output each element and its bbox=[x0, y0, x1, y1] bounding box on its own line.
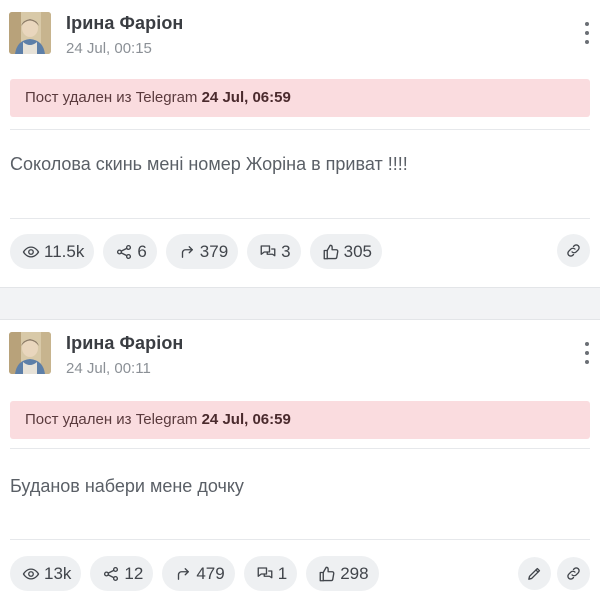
edit-button[interactable] bbox=[518, 557, 551, 590]
shares-count: 6 bbox=[137, 241, 147, 261]
post-stats: 11.5k 6 379 3 305 bbox=[10, 234, 383, 269]
comments-button[interactable]: 3 bbox=[247, 234, 301, 269]
share-icon bbox=[104, 566, 119, 581]
likes-button[interactable]: 305 bbox=[309, 234, 383, 269]
shares-count: 12 bbox=[124, 563, 144, 583]
likes-count: 298 bbox=[340, 563, 369, 583]
views-count: 11.5k bbox=[44, 241, 85, 261]
divider bbox=[10, 448, 590, 449]
author-name[interactable]: Ірина Фаріон bbox=[66, 13, 183, 34]
thumbs-up-icon bbox=[319, 566, 335, 581]
post-date: 24 Jul, 00:15 bbox=[66, 40, 152, 57]
more-vertical-icon[interactable] bbox=[582, 342, 592, 364]
post-text: Соколова скинь мені номер Жоріна в прива… bbox=[10, 154, 408, 174]
copy-link-button[interactable] bbox=[557, 557, 590, 590]
comments-count: 1 bbox=[277, 563, 288, 583]
post-stats: 13k 12 479 1 298 bbox=[10, 556, 379, 591]
shares-button[interactable]: 6 bbox=[103, 234, 157, 269]
post-card: Ірина Фаріон 24 Jul, 00:11 Пост удален и… bbox=[0, 320, 600, 600]
forwards-button[interactable]: 479 bbox=[162, 556, 235, 591]
avatar[interactable] bbox=[9, 12, 51, 54]
deleted-label: Пост удален из Telegram bbox=[25, 411, 198, 428]
deleted-notice: Пост удален из Telegram 24 Jul, 06:59 bbox=[10, 79, 590, 117]
forwards-count: 479 bbox=[196, 563, 225, 583]
forwards-count: 379 bbox=[199, 241, 229, 261]
forward-icon bbox=[178, 567, 190, 580]
divider bbox=[10, 539, 590, 540]
deleted-notice: Пост удален из Telegram 24 Jul, 06:59 bbox=[10, 401, 590, 439]
forwards-button[interactable]: 379 bbox=[165, 234, 239, 269]
post-separator bbox=[0, 287, 600, 320]
link-icon bbox=[567, 567, 580, 580]
eye-icon bbox=[22, 245, 40, 258]
comments-count: 3 bbox=[281, 241, 291, 261]
post-card: Ірина Фаріон 24 Jul, 00:15 Пост удален и… bbox=[0, 0, 600, 287]
divider bbox=[10, 218, 590, 219]
shares-button[interactable]: 12 bbox=[90, 556, 154, 591]
comments-icon bbox=[260, 244, 276, 256]
avatar[interactable] bbox=[9, 332, 51, 374]
more-vertical-icon[interactable] bbox=[582, 22, 592, 44]
views-button[interactable]: 13k bbox=[10, 556, 82, 591]
pencil-icon bbox=[528, 567, 541, 580]
views-count: 13k bbox=[44, 563, 72, 583]
thumbs-up-icon bbox=[323, 244, 339, 259]
forward-icon bbox=[181, 245, 193, 258]
comments-icon bbox=[257, 566, 273, 578]
divider bbox=[10, 129, 590, 130]
likes-button[interactable]: 298 bbox=[306, 556, 379, 591]
deleted-time: 24 Jul, 06:59 bbox=[201, 89, 291, 106]
post-date: 24 Jul, 00:11 bbox=[66, 360, 151, 377]
link-icon bbox=[567, 244, 580, 257]
deleted-time: 24 Jul, 06:59 bbox=[201, 411, 291, 428]
likes-count: 305 bbox=[343, 241, 373, 261]
deleted-label: Пост удален из Telegram bbox=[25, 89, 198, 106]
eye-icon bbox=[22, 567, 40, 580]
author-name[interactable]: Ірина Фаріон bbox=[66, 333, 183, 354]
share-icon bbox=[117, 244, 132, 259]
post-text: Буданов набери мене дочку bbox=[10, 476, 244, 496]
copy-link-button[interactable] bbox=[557, 234, 590, 267]
views-button[interactable]: 11.5k bbox=[10, 234, 95, 269]
comments-button[interactable]: 1 bbox=[243, 556, 298, 591]
